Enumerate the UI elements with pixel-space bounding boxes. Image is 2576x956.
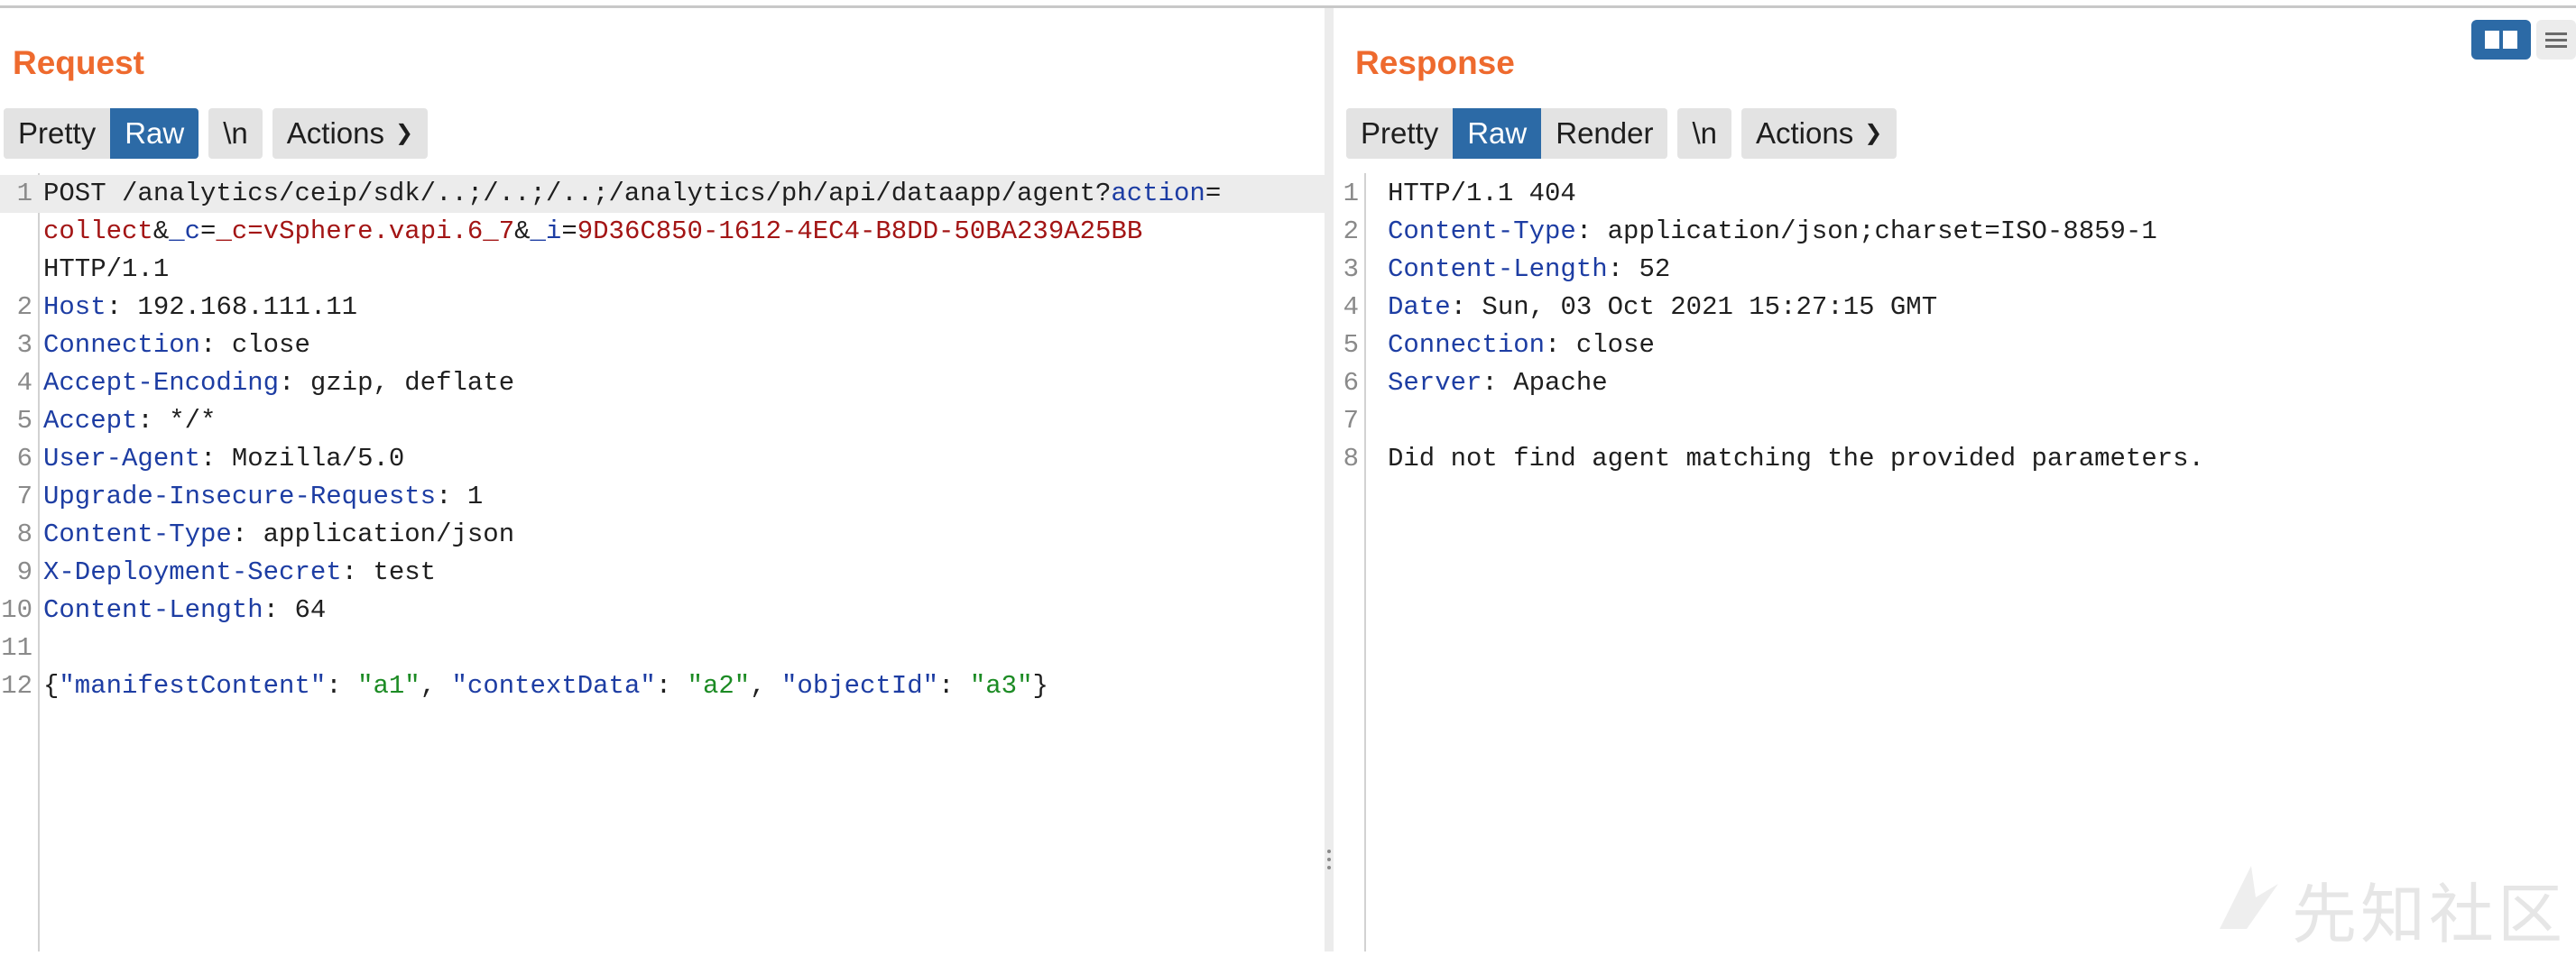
line-number: 4 bbox=[1343, 292, 1359, 322]
line-number: 8 bbox=[16, 519, 32, 549]
tab-raw[interactable]: Raw bbox=[110, 108, 199, 159]
request-pane: Request Pretty Raw \n Actions ❯ 1 POST /a… bbox=[0, 8, 1325, 951]
watermark-logo-icon bbox=[2220, 866, 2278, 929]
line-number: 10 bbox=[1, 595, 32, 625]
code-line: 1 POST /analytics/ceip/sdk/..;/..;/..;/a… bbox=[0, 175, 1325, 213]
header-line: 5 Accept: */* bbox=[0, 402, 1325, 440]
body-line: 12 {"manifestContent": "a1", "contextDat… bbox=[0, 667, 1325, 705]
line-number: 7 bbox=[16, 482, 32, 511]
blank-line: 7 bbox=[1334, 402, 2576, 440]
watermark-text: 先知社区 bbox=[2292, 877, 2567, 952]
chevron-down-icon: ❯ bbox=[394, 121, 414, 145]
newline-toggle-button[interactable]: \n bbox=[1677, 108, 1731, 159]
header-line: 3 Content-Length: 52 bbox=[1334, 251, 2576, 289]
split-view-icon[interactable] bbox=[2471, 20, 2531, 60]
request-title: Request bbox=[13, 44, 144, 81]
response-title: Response bbox=[1355, 44, 1515, 81]
line-number: 2 bbox=[16, 292, 32, 322]
line-number: 2 bbox=[1343, 216, 1359, 246]
blank-line: 11 bbox=[0, 630, 1325, 667]
header-line: 4 Accept-Encoding: gzip, deflate bbox=[0, 364, 1325, 402]
line-number: 6 bbox=[16, 444, 32, 473]
actions-dropdown[interactable]: Actions ❯ bbox=[272, 108, 429, 159]
header-line: 2 Content-Type: application/json;charset… bbox=[1334, 213, 2576, 251]
status-text: HTTP/1.1 404 bbox=[1388, 179, 1576, 208]
body-line: 8 Did not find agent matching the provid… bbox=[1334, 440, 2576, 478]
line-text: HTTP/1.1 bbox=[43, 254, 170, 284]
response-view-tabs: Pretty Raw Render bbox=[1346, 108, 1668, 159]
actions-label: Actions bbox=[1756, 116, 1854, 150]
layout-toggle bbox=[2471, 20, 2576, 60]
header-line: 5 Connection: close bbox=[1334, 326, 2576, 364]
tab-pretty[interactable]: Pretty bbox=[4, 108, 111, 159]
menu-view-icon[interactable] bbox=[2536, 20, 2576, 60]
header-line: 10 Content-Length: 64 bbox=[0, 592, 1325, 630]
tab-render[interactable]: Render bbox=[1541, 108, 1668, 159]
header-line: 8 Content-Type: application/json bbox=[0, 516, 1325, 554]
chevron-down-icon: ❯ bbox=[1864, 121, 1883, 145]
response-body-text: Did not find agent matching the provided… bbox=[1388, 444, 2204, 473]
line-number: 11 bbox=[1, 633, 32, 663]
line-number: 7 bbox=[1343, 406, 1359, 436]
request-editor[interactable]: 1 POST /analytics/ceip/sdk/..;/..;/..;/a… bbox=[0, 173, 1325, 951]
tab-pretty[interactable]: Pretty bbox=[1346, 108, 1454, 159]
actions-label: Actions bbox=[286, 116, 384, 150]
line-number: 3 bbox=[1343, 254, 1359, 284]
code-line: HTTP/1.1 bbox=[0, 251, 1325, 289]
line-number: 3 bbox=[16, 330, 32, 360]
header-line: 4 Date: Sun, 03 Oct 2021 15:27:15 GMT bbox=[1334, 289, 2576, 326]
line-number: 8 bbox=[1343, 444, 1359, 473]
line-text: POST /analytics/ceip/sdk/..;/..;/..;/ana… bbox=[43, 179, 1222, 208]
pane-splitter[interactable] bbox=[1325, 8, 1334, 951]
actions-dropdown[interactable]: Actions ❯ bbox=[1741, 108, 1897, 159]
header-line: 2 Host: 192.168.111.11 bbox=[0, 289, 1325, 326]
header-line: 6 Server: Apache bbox=[1334, 364, 2576, 402]
line-number: 6 bbox=[1343, 368, 1359, 398]
line-number: 1 bbox=[16, 179, 32, 208]
line-number: 1 bbox=[1343, 179, 1359, 208]
header-line: 7 Upgrade-Insecure-Requests: 1 bbox=[0, 478, 1325, 516]
header-line: 3 Connection: close bbox=[0, 326, 1325, 364]
newline-toggle-button[interactable]: \n bbox=[208, 108, 263, 159]
request-toolbar: Pretty Raw \n Actions ❯ bbox=[4, 108, 429, 159]
line-number: 9 bbox=[16, 557, 32, 587]
header-line: 6 User-Agent: Mozilla/5.0 bbox=[0, 440, 1325, 478]
code-line: collect&_c=_c=vSphere.vapi.6_7&_i=9D36C8… bbox=[0, 213, 1325, 251]
line-text: collect&_c=_c=vSphere.vapi.6_7&_i=9D36C8… bbox=[43, 216, 1143, 246]
tab-raw[interactable]: Raw bbox=[1453, 108, 1542, 159]
header-line: 9 X-Deployment-Secret: test bbox=[0, 554, 1325, 592]
response-toolbar: Pretty Raw Render \n Actions ❯ bbox=[1346, 108, 1897, 159]
line-number: 5 bbox=[16, 406, 32, 436]
request-view-tabs: Pretty Raw bbox=[4, 108, 199, 159]
line-number: 12 bbox=[1, 671, 32, 701]
line-number: 4 bbox=[16, 368, 32, 398]
status-line: 1 HTTP/1.1 404 bbox=[1334, 175, 2576, 213]
response-pane: Response Pretty Raw Render \n Actions ❯ 1… bbox=[1334, 8, 2576, 951]
line-number: 5 bbox=[1343, 330, 1359, 360]
response-editor[interactable]: 1 HTTP/1.1 404 2 Content-Type: applicati… bbox=[1334, 173, 2576, 951]
